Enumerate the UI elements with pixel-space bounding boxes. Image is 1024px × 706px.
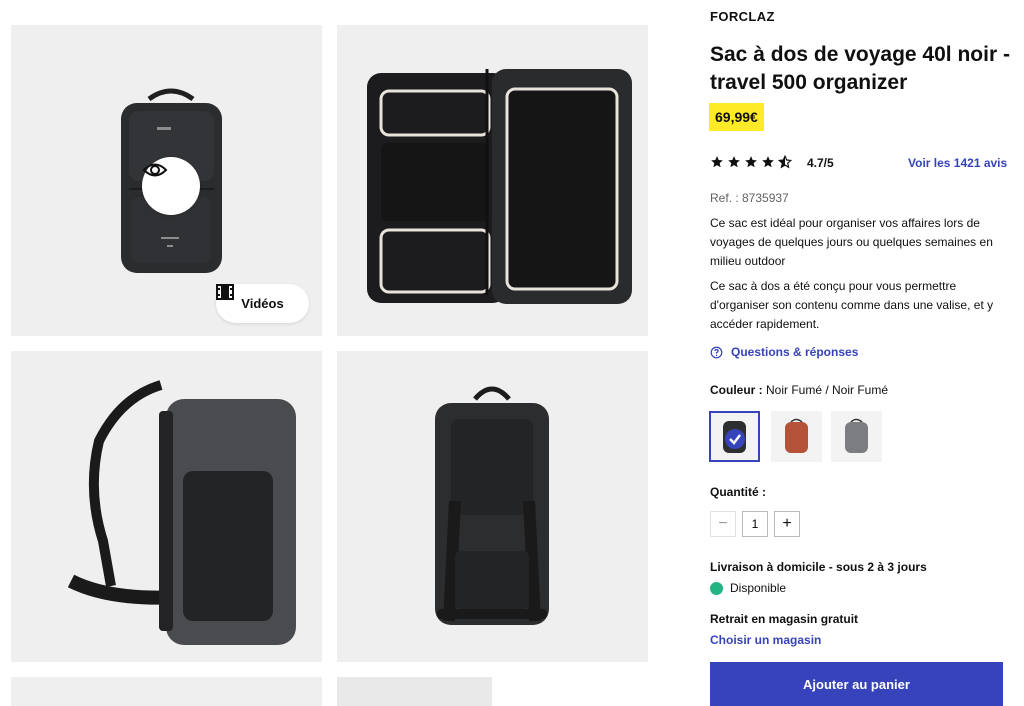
quantity-label: Quantité :: [710, 485, 766, 499]
home-delivery-info: Livraison à domicile - sous 2 à 3 jours: [710, 560, 927, 574]
film-icon: [216, 284, 234, 300]
product-image-6[interactable]: [337, 677, 492, 706]
color-value: Noir Fumé / Noir Fumé: [762, 383, 889, 397]
backpack-back-illustration: [435, 386, 549, 625]
view-360-button[interactable]: [142, 157, 200, 215]
quantity-decrease-button[interactable]: −: [710, 511, 736, 537]
availability-label: Disponible: [730, 581, 787, 595]
star-full-icon: [728, 156, 740, 168]
price-badge: 69,99€: [709, 103, 764, 131]
rating-score: 4.7/5: [807, 156, 834, 170]
product-reference: Ref. : 8735937: [710, 191, 789, 205]
product-description-1: Ce sac est idéal pour organiser vos affa…: [710, 216, 993, 268]
product-image-side[interactable]: [11, 351, 322, 662]
quantity-input[interactable]: [742, 511, 768, 537]
rating-stars: [710, 155, 792, 169]
star-half-icon: [778, 155, 792, 169]
color-swatch-rouge-brique[interactable]: [771, 411, 822, 462]
backpack-open-illustration: [367, 69, 632, 304]
color-selection-label: Couleur : Noir Fumé / Noir Fumé: [710, 383, 888, 397]
brand-name[interactable]: FORCLAZ: [710, 9, 775, 24]
videos-button[interactable]: Vidéos: [216, 284, 309, 323]
product-image-5[interactable]: [11, 677, 322, 706]
product-image-back[interactable]: [337, 351, 648, 662]
question-circle-icon: [710, 346, 723, 358]
swatch-backpack-grey: [845, 418, 868, 453]
add-to-cart-button[interactable]: Ajouter au panier: [710, 662, 1003, 706]
choose-store-link[interactable]: Choisir un magasin: [710, 633, 821, 647]
color-swatch-gris[interactable]: [831, 411, 882, 462]
color-swatch-noir-fume[interactable]: [709, 411, 760, 462]
backpack-side-illustration: [67, 380, 296, 645]
videos-label: Vidéos: [241, 296, 284, 311]
availability-status: Disponible: [710, 581, 786, 595]
swatch-backpack-black: [723, 421, 746, 453]
star-full-icon: [762, 156, 774, 168]
product-description-2: Ce sac à dos a été conçu pour vous perme…: [710, 279, 994, 331]
product-image-front[interactable]: Vidéos: [11, 25, 322, 336]
swatch-backpack-red: [785, 418, 808, 453]
available-dot-icon: [710, 581, 723, 595]
reviews-link[interactable]: Voir les 1421 avis: [908, 156, 1007, 170]
star-full-icon: [711, 156, 723, 168]
questions-answers-link[interactable]: Questions & réponses: [710, 345, 858, 359]
questions-answers-label: Questions & réponses: [731, 345, 859, 359]
product-title: Sac à dos de voyage 40l noir - travel 50…: [710, 43, 1010, 94]
product-image-open[interactable]: [337, 25, 648, 336]
store-pickup-info: Retrait en magasin gratuit: [710, 612, 859, 626]
eye-icon: [142, 163, 168, 177]
star-full-icon: [745, 156, 757, 168]
color-label: Couleur :: [710, 383, 763, 397]
quantity-increase-button[interactable]: +: [774, 511, 800, 537]
